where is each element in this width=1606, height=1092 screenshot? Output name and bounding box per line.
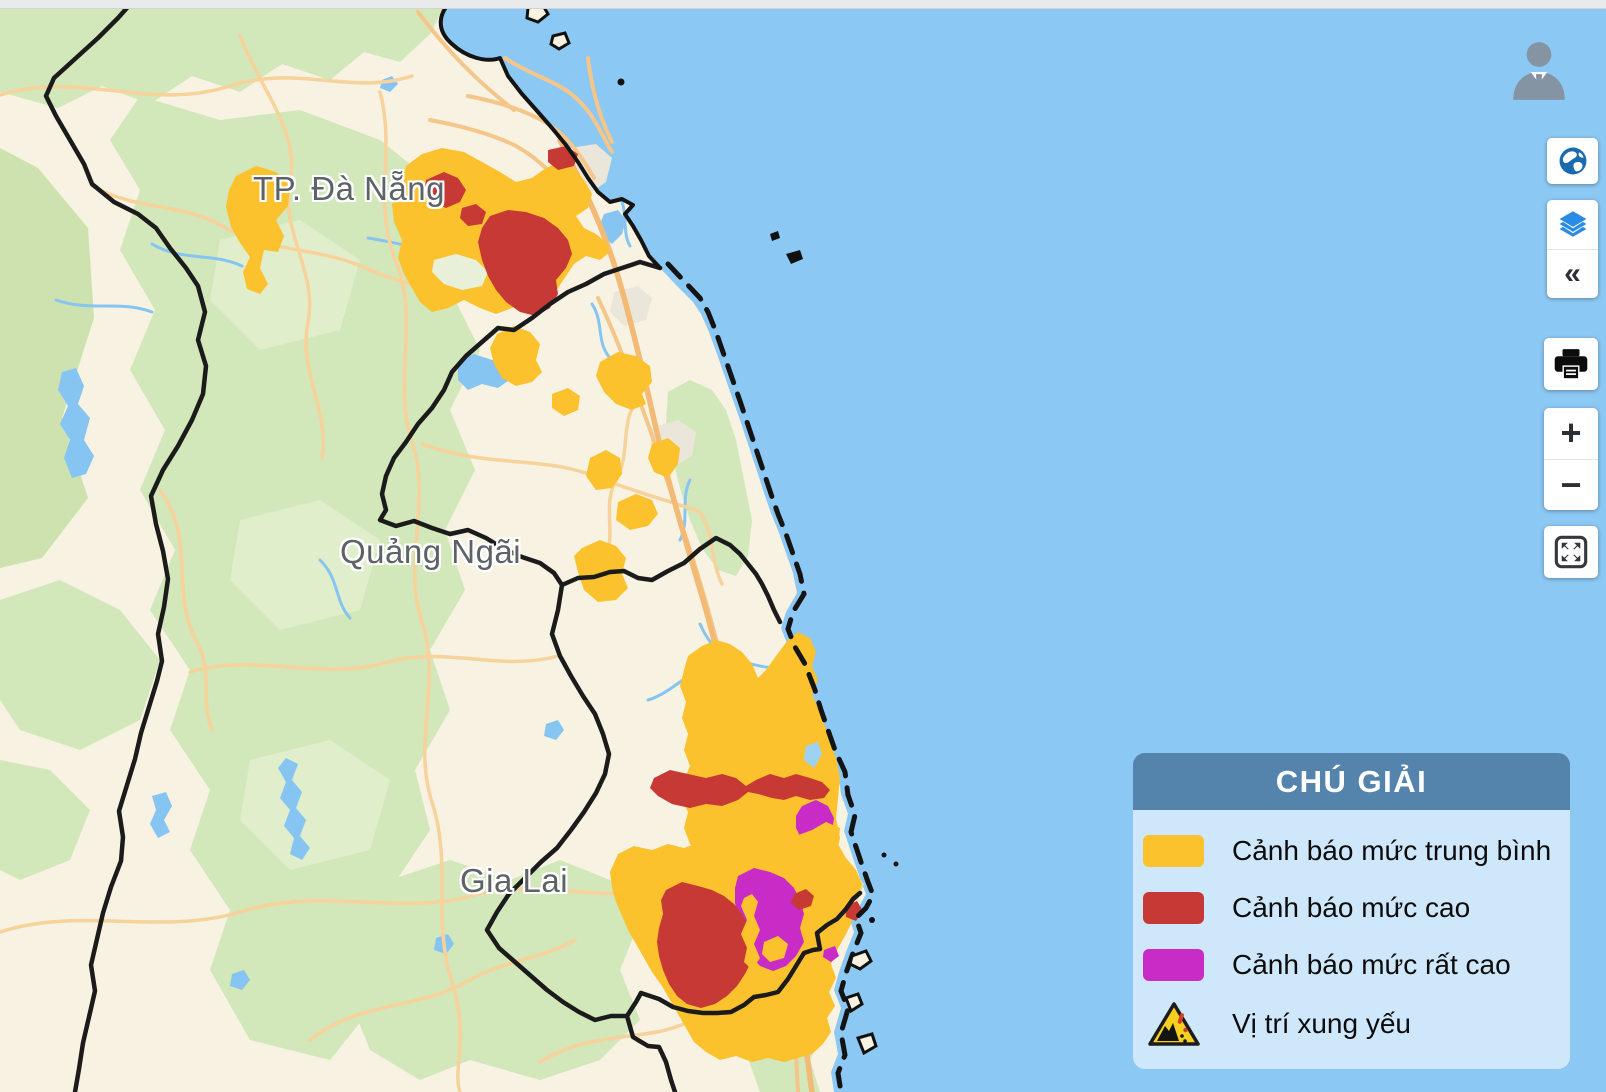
zoom-in-button[interactable]: + xyxy=(1544,408,1598,459)
legend-item-label: Cảnh báo mức cao xyxy=(1232,892,1470,924)
place-label-gia-lai: Gia Lai xyxy=(460,862,568,900)
legend-item-medium: Cảnh báo mức trung bình xyxy=(1133,822,1570,879)
high-warning-swatch xyxy=(1143,892,1204,924)
fullscreen-button[interactable] xyxy=(1544,526,1598,578)
collapse-chevrons-icon: « xyxy=(1564,259,1581,289)
zoom-out-button[interactable]: − xyxy=(1544,460,1598,511)
plus-icon: + xyxy=(1560,415,1581,451)
very-high-warning-swatch xyxy=(1143,949,1204,981)
user-avatar-button[interactable] xyxy=(1506,36,1572,106)
printer-icon xyxy=(1554,348,1588,380)
place-label-quang-ngai: Quảng Ngãi xyxy=(340,533,521,571)
window-edge-strip xyxy=(0,0,1606,9)
collapse-button[interactable]: « xyxy=(1547,250,1598,299)
legend-title: CHÚ GIẢI xyxy=(1133,753,1570,810)
layers-icon xyxy=(1556,207,1590,241)
map-viewer: TP. Đà Nẵng Quảng Ngãi Gia Lai xyxy=(0,0,1606,1092)
user-avatar-icon xyxy=(1506,36,1572,106)
legend-item-high: Cảnh báo mức cao xyxy=(1133,879,1570,936)
place-label-da-nang: TP. Đà Nẵng xyxy=(253,170,445,208)
legend-panel: CHÚ GIẢI Cảnh báo mức trung bình Cảnh bá… xyxy=(1133,753,1570,1069)
layers-button[interactable] xyxy=(1547,200,1598,249)
fullscreen-icon xyxy=(1554,535,1588,569)
print-button[interactable] xyxy=(1544,338,1598,390)
landslide-warning-icon xyxy=(1148,1000,1200,1048)
minus-icon: − xyxy=(1560,467,1581,503)
legend-body: Cảnh báo mức trung bình Cảnh báo mức cao… xyxy=(1133,810,1570,1069)
legend-item-label: Vị trí xung yếu xyxy=(1232,1008,1411,1040)
legend-item-critical-location: Vị trí xung yếu xyxy=(1133,993,1570,1055)
globe-button[interactable] xyxy=(1547,138,1598,184)
globe-icon xyxy=(1556,144,1590,178)
medium-warning-swatch xyxy=(1143,835,1204,867)
legend-item-very-high: Cảnh báo mức rất cao xyxy=(1133,936,1570,993)
legend-item-label: Cảnh báo mức rất cao xyxy=(1232,949,1511,981)
legend-item-label: Cảnh báo mức trung bình xyxy=(1232,835,1551,867)
